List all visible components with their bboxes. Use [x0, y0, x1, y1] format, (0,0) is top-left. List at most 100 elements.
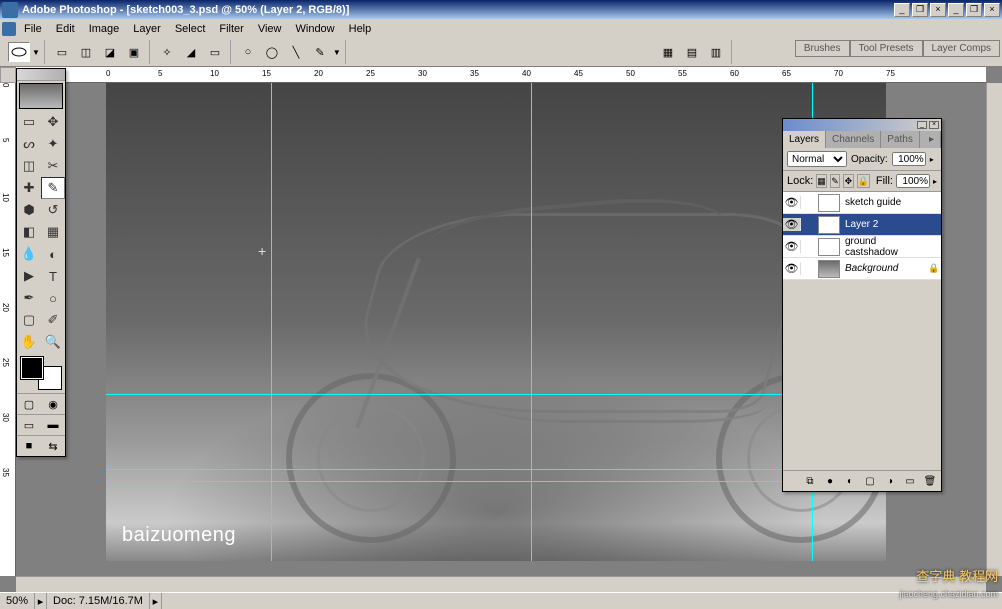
eraser-tool[interactable]: ◧ [17, 221, 41, 243]
layer-name[interactable]: Background [843, 263, 927, 274]
screen-full-icon[interactable]: ■ [17, 436, 41, 456]
status-flyout-icon[interactable]: ▸ [35, 593, 47, 609]
ellipse-shape-icon[interactable]: ○ [237, 42, 259, 62]
workspace-2-icon[interactable]: ▤ [681, 42, 703, 62]
notes-tool[interactable]: ▢ [17, 309, 41, 331]
subtract-selection-icon[interactable]: ◪ [99, 42, 121, 62]
move-tool[interactable]: ✥ [41, 111, 65, 133]
path-select-tool[interactable]: ▶ [17, 265, 41, 287]
workspace-1-icon[interactable]: ▦ [657, 42, 679, 62]
tool-preset-dropdown[interactable] [8, 42, 30, 62]
layer-name[interactable]: Layer 2 [843, 219, 927, 230]
ruler-vertical[interactable]: 05101520253035 [0, 83, 16, 576]
guide-horizontal[interactable] [106, 469, 886, 470]
lasso-tool[interactable]: ᔕ [17, 133, 41, 155]
guide-horizontal[interactable] [106, 481, 886, 482]
menu-file[interactable]: File [18, 21, 48, 37]
close-button[interactable]: × [930, 3, 946, 17]
fill-input[interactable] [896, 174, 930, 188]
delete-layer-icon[interactable]: 🗑 [921, 473, 939, 489]
screen-standard-icon[interactable]: ▭ [17, 415, 41, 435]
layer-name[interactable]: sketch guide [843, 197, 927, 208]
antialias-icon[interactable]: ◢ [180, 42, 202, 62]
new-selection-icon[interactable]: ▭ [51, 42, 73, 62]
link-layers-icon[interactable]: ⧉ [801, 473, 819, 489]
lock-transparent-icon[interactable]: ▦ [816, 174, 827, 188]
screen-full-menubar-icon[interactable]: ▬ [41, 415, 65, 435]
imageready-icon[interactable]: ⇆ [41, 436, 65, 456]
fill-flyout-icon[interactable]: ▸ [933, 177, 937, 186]
layer-row[interactable]: 👁 Layer 2 [783, 214, 941, 236]
layer-thumbnail[interactable] [818, 194, 840, 212]
shape-tool[interactable]: ○ [41, 287, 65, 309]
ellipse-outline-icon[interactable]: ◯ [261, 42, 283, 62]
slice-tool[interactable]: ✂ [41, 155, 65, 177]
menu-help[interactable]: Help [343, 21, 378, 37]
style-icon[interactable]: ▭ [204, 42, 226, 62]
guide-vertical[interactable] [271, 83, 272, 561]
tab-channels[interactable]: Channels [826, 131, 881, 148]
dodge-tool[interactable]: ◐ [41, 243, 65, 265]
lock-position-icon[interactable]: ✥ [843, 174, 853, 188]
gradient-tool[interactable]: ▦ [41, 221, 65, 243]
type-tool[interactable]: T [41, 265, 65, 287]
healing-tool[interactable]: ✚ [17, 177, 41, 199]
doc-minimize-button[interactable]: _ [948, 3, 964, 17]
ruler-origin[interactable] [0, 67, 16, 83]
guide-vertical[interactable] [531, 83, 532, 561]
zoom-tool[interactable]: 🔍 [41, 331, 65, 353]
wand-tool[interactable]: ✦ [41, 133, 65, 155]
feather-icon[interactable]: ✧ [156, 42, 178, 62]
adjustment-layer-icon[interactable]: ◑ [881, 473, 899, 489]
dropdown-icon[interactable]: ▼ [32, 48, 40, 57]
brush-option-icon[interactable]: ✎ [309, 42, 331, 62]
eyedropper-tool[interactable]: ✐ [41, 309, 65, 331]
brush-tool[interactable]: ✎ [41, 177, 65, 199]
hand-tool[interactable]: ✋ [17, 331, 41, 353]
intersect-selection-icon[interactable]: ▣ [123, 42, 145, 62]
layer-style-icon[interactable]: ● [821, 473, 839, 489]
visibility-eye-icon[interactable]: 👁 [783, 262, 801, 275]
opacity-input[interactable] [892, 152, 926, 166]
layer-thumbnail[interactable] [818, 216, 840, 234]
maximize-button[interactable]: ❐ [912, 3, 928, 17]
line-icon[interactable]: ╲ [285, 42, 307, 62]
lock-pixels-icon[interactable]: ✎ [830, 174, 840, 188]
stamp-tool[interactable]: ⬢ [17, 199, 41, 221]
crop-tool[interactable]: ◫ [17, 155, 41, 177]
tab-paths[interactable]: Paths [881, 131, 920, 148]
workspace-3-icon[interactable]: ▥ [705, 42, 727, 62]
visibility-eye-icon[interactable]: 👁 [783, 218, 801, 231]
layer-row[interactable]: 👁ground castshadow [783, 236, 941, 258]
dock-tab-layer-comps[interactable]: Layer Comps [923, 40, 1000, 57]
menu-edit[interactable]: Edit [50, 21, 81, 37]
marquee-tool[interactable]: ▭ [17, 111, 41, 133]
ruler-horizontal[interactable]: 051015202530354045505560657075 [16, 67, 986, 83]
lock-all-icon[interactable]: 🔒 [857, 174, 870, 188]
menu-image[interactable]: Image [83, 21, 126, 37]
new-layer-icon[interactable]: ▭ [901, 473, 919, 489]
foreground-color[interactable] [21, 357, 43, 379]
pen-tool[interactable]: ✒ [17, 287, 41, 309]
menu-filter[interactable]: Filter [213, 21, 249, 37]
visibility-eye-icon[interactable]: 👁 [783, 196, 801, 209]
panel-menu-icon[interactable]: ▸ [923, 131, 941, 148]
menu-select[interactable]: Select [169, 21, 212, 37]
scrollbar-vertical[interactable] [986, 83, 1002, 576]
toolbox-drag-handle[interactable] [17, 69, 65, 81]
blur-tool[interactable]: 💧 [17, 243, 41, 265]
doc-close-button[interactable]: × [984, 3, 1000, 17]
panel-close-icon[interactable]: × [929, 121, 939, 129]
zoom-level[interactable]: 50% [0, 593, 35, 609]
quickmask-mode-icon[interactable]: ◉ [41, 394, 65, 414]
blend-mode-select[interactable]: Normal [787, 151, 847, 167]
doc-size[interactable]: Doc: 7.15M/16.7M [47, 593, 150, 609]
new-group-icon[interactable]: ▢ [861, 473, 879, 489]
dock-tab-tool-presets[interactable]: Tool Presets [850, 40, 923, 57]
menu-layer[interactable]: Layer [127, 21, 167, 37]
doc-restore-button[interactable]: ❐ [966, 3, 982, 17]
layer-thumbnail[interactable] [818, 260, 840, 278]
menu-view[interactable]: View [252, 21, 288, 37]
add-selection-icon[interactable]: ◫ [75, 42, 97, 62]
layer-mask-icon[interactable]: ◐ [841, 473, 859, 489]
